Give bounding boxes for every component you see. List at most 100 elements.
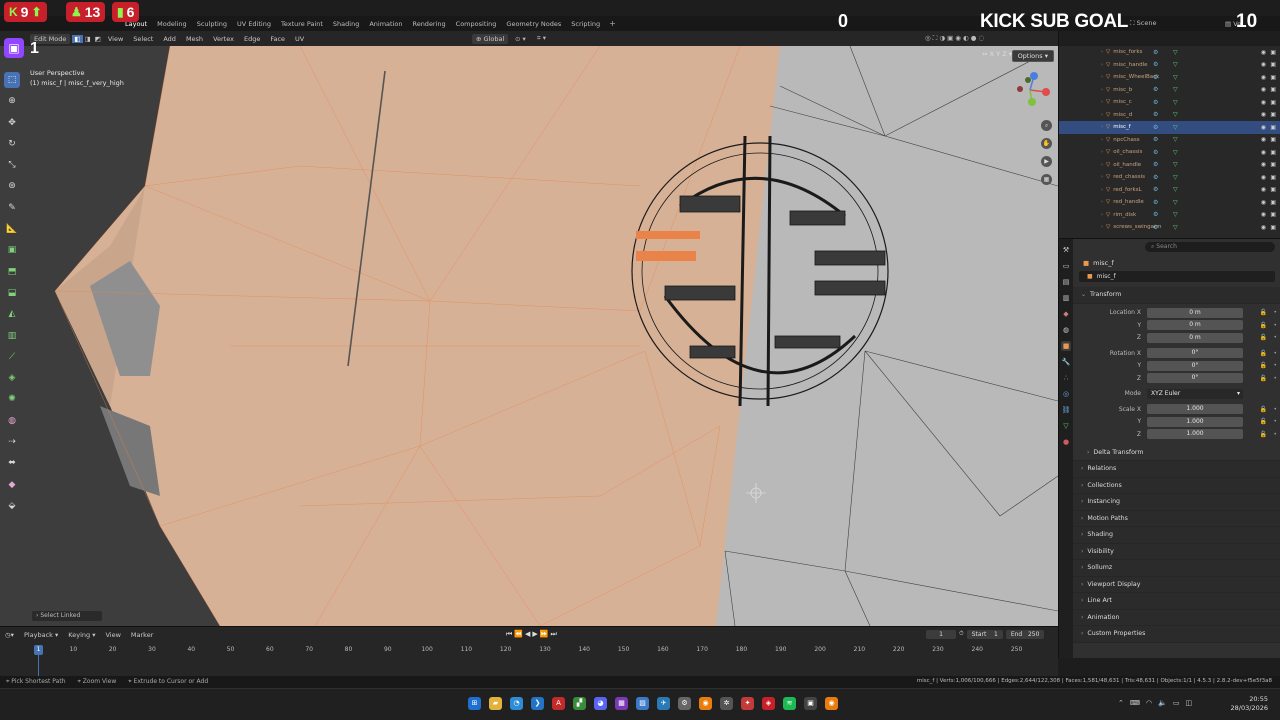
outliner-item[interactable]: › ▽ npcChass ⚙ ▽ ◉ ▣ [1059,134,1280,147]
play-icon[interactable]: ▶ [532,630,539,638]
modifier-icon[interactable]: ⚙ [1153,199,1158,206]
render-camera-icon[interactable]: ▣ [1270,149,1276,156]
add-cube-tool-icon[interactable]: ▣ [4,242,20,258]
edge-slide-tool-icon[interactable]: ⇢ [4,434,20,450]
render-camera-icon[interactable]: ▣ [1270,124,1276,131]
chevron-right-icon[interactable]: › [1101,187,1103,193]
visibility-eye-icon[interactable]: ◉ [1261,149,1266,156]
modifier-icon[interactable]: ⚙ [1153,161,1158,168]
keyframe-dot-icon[interactable]: • [1273,362,1277,369]
render-camera-icon[interactable]: ▣ [1270,211,1276,218]
visibility-eye-icon[interactable]: ◉ [1261,211,1266,218]
constraints-tab-icon[interactable]: ⛓ [1061,405,1071,415]
outliner-item[interactable]: › ▽ misc_forks ⚙ ▽ ◉ ▣ [1059,46,1280,59]
workspace-tab-animation[interactable]: Animation [364,20,407,28]
lock-icon[interactable]: 🔓 [1260,406,1267,413]
tool-tab-icon[interactable]: ⚒ [1061,245,1071,255]
view-layer-tab-icon[interactable]: ▥ [1061,293,1071,303]
select-box-tool-icon[interactable]: ⬚ [4,72,20,88]
modifier-icon[interactable]: ⚙ [1153,61,1158,68]
chevron-right-icon[interactable]: › [1101,62,1103,68]
workspace-tab-scripting[interactable]: Scripting [566,20,605,28]
physics-tab-icon[interactable]: ◎ [1061,389,1071,399]
app-icon-gear[interactable]: ✲ [720,697,733,710]
tray-notification-icon[interactable]: ◫ [1185,699,1192,707]
playhead[interactable]: 1 [34,645,43,655]
snap-icon[interactable]: ⌗ ▾ [532,34,551,43]
workspace-tab-sculpting[interactable]: Sculpting [192,20,232,28]
windows-start-icon[interactable]: ⊞ [468,697,481,710]
keyframe-dot-icon[interactable]: • [1273,431,1277,438]
mesh-data-icon[interactable]: ▽ [1173,199,1178,206]
menu-uv[interactable]: UV [290,35,309,43]
panel-header[interactable]: › Relations [1073,461,1280,478]
modifier-tab-icon[interactable]: 🔧 [1061,357,1071,367]
keyframe-dot-icon[interactable]: • [1273,350,1277,357]
outliner-item[interactable]: › ▽ misc_c ⚙ ▽ ◉ ▣ [1059,96,1280,109]
scale-z-field[interactable]: 1.000 [1147,429,1243,440]
outliner-item[interactable]: › ▽ screws_swingarm ⚙ ▽ ◉ ▣ [1059,221,1280,234]
outliner-item[interactable]: › ▽ misc_d ⚙ ▽ ◉ ▣ [1059,109,1280,122]
zoom-icon[interactable]: ⌕ [1041,120,1052,131]
visibility-eye-icon[interactable]: ◉ [1261,61,1266,68]
keyframe-dot-icon[interactable]: • [1273,406,1277,413]
discord-icon[interactable]: ◕ [594,697,607,710]
location-z-field[interactable]: 0 m [1147,332,1243,343]
visibility-eye-icon[interactable]: ◉ [1261,111,1266,118]
keyframe-dot-icon[interactable]: • [1273,322,1277,329]
panel-transform[interactable]: ⌄ Transform [1073,287,1280,304]
navigation-gizmo[interactable] [1012,70,1052,110]
render-camera-icon[interactable]: ▣ [1270,174,1276,181]
keyframe-dot-icon[interactable]: • [1273,375,1277,382]
particles-tab-icon[interactable]: ∴ [1061,373,1071,383]
mesh-data-icon[interactable]: ▽ [1173,49,1178,56]
menu-vertex[interactable]: Vertex [208,35,239,43]
bevel-tool-icon[interactable]: ◭ [4,306,20,322]
end-frame-field[interactable]: End 250 [1005,630,1045,639]
mesh-data-icon[interactable]: ▽ [1173,86,1178,93]
spin-tool-icon[interactable]: ✺ [4,391,20,407]
material-tab-icon[interactable]: ● [1061,437,1071,447]
mesh-data-icon[interactable]: ▽ [1173,174,1178,181]
visibility-eye-icon[interactable]: ◉ [1261,86,1266,93]
chevron-right-icon[interactable]: › [1101,224,1103,230]
data-tab-icon[interactable]: ▽ [1061,421,1071,431]
render-camera-icon[interactable]: ▣ [1270,111,1276,118]
chevron-right-icon[interactable]: › [1101,212,1103,218]
menu-face[interactable]: Face [265,35,290,43]
workspace-tab-compositing[interactable]: Compositing [451,20,502,28]
pivot-icon[interactable]: ⊙ ▾ [510,35,531,43]
app-icon-send[interactable]: ✈ [657,697,670,710]
mirror-axes-toggle[interactable]: ⇔ X Y Z ▾ [982,50,1012,58]
render-camera-icon[interactable]: ▣ [1270,199,1276,206]
vscode-icon[interactable]: ❯ [531,697,544,710]
lock-icon[interactable]: 🔓 [1260,309,1267,316]
scale-x-field[interactable]: 1.000 [1147,404,1243,415]
add-workspace-icon[interactable]: + [605,19,620,28]
lock-icon[interactable]: 🔓 [1260,350,1267,357]
render-camera-icon[interactable]: ▣ [1270,99,1276,106]
menu-playback[interactable]: Playback ▾ [19,631,63,639]
modifier-icon[interactable]: ⚙ [1153,124,1158,131]
loop-cut-tool-icon[interactable]: ▥ [4,328,20,344]
location-y-field[interactable]: 0 m [1147,320,1243,331]
app-icon-green[interactable]: ▞ [573,697,586,710]
scale-y-field[interactable]: 1.000 [1147,416,1243,427]
outliner-item[interactable]: › ▽ misc_handle ⚙ ▽ ◉ ▣ [1059,59,1280,72]
panel-header[interactable]: › Viewport Display [1073,576,1280,593]
workspace-tab-rendering[interactable]: Rendering [407,20,450,28]
mesh-data-icon[interactable]: ▽ [1173,124,1178,131]
blender-icon[interactable]: ◉ [699,697,712,710]
output-tab-icon[interactable]: ▤ [1061,277,1071,287]
visibility-eye-icon[interactable]: ◉ [1261,199,1266,206]
panel-header[interactable]: › Visibility [1073,543,1280,560]
panel-header[interactable]: › Custom Properties [1073,626,1280,643]
keyframe-dot-icon[interactable]: • [1273,309,1277,316]
modifier-icon[interactable]: ⚙ [1153,49,1158,56]
mesh-data-icon[interactable]: ▽ [1173,149,1178,156]
mode-dropdown[interactable]: Edit Mode [30,33,71,44]
panel-header[interactable]: › Collections [1073,477,1280,494]
mesh-data-icon[interactable]: ▽ [1173,111,1178,118]
render-tab-icon[interactable]: ▭ [1061,261,1071,271]
render-camera-icon[interactable]: ▣ [1270,161,1276,168]
